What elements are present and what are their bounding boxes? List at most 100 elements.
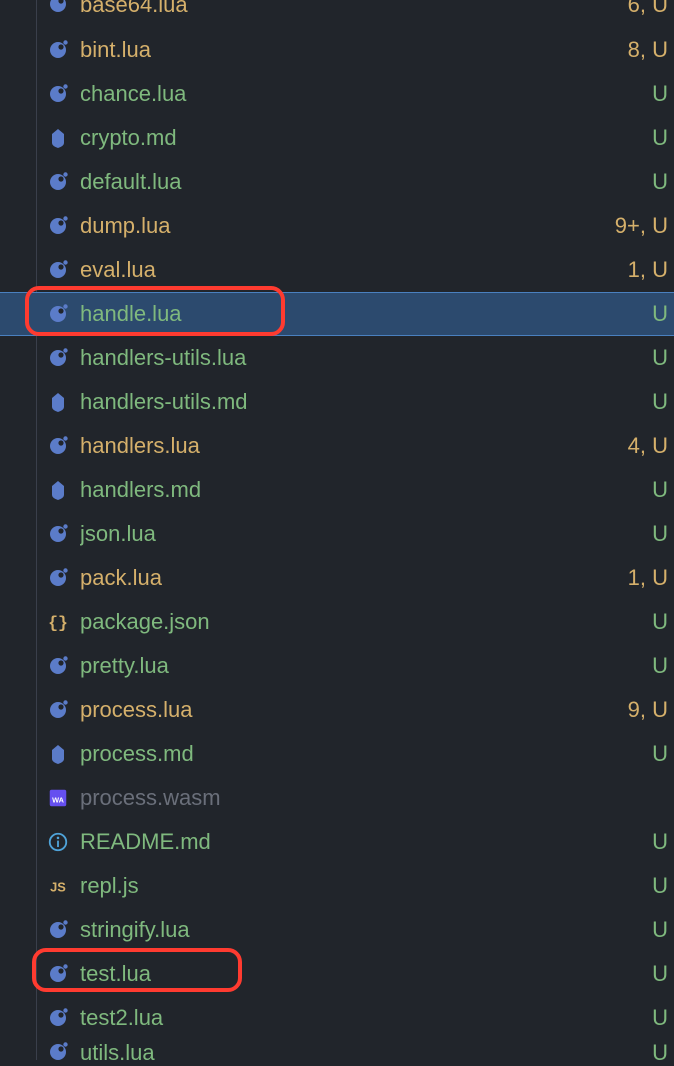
lua-file-icon <box>46 214 70 238</box>
lua-file-icon <box>46 962 70 986</box>
file-status-badge: U <box>652 1040 668 1066</box>
lua-file-icon <box>46 170 70 194</box>
file-name-label: chance.lua <box>80 81 644 107</box>
file-status-badge: 1, U <box>628 257 668 283</box>
file-row[interactable]: stringify.luaU <box>0 908 674 952</box>
file-row[interactable]: README.md U <box>0 820 674 864</box>
lua-file-icon <box>46 698 70 722</box>
file-row[interactable]: chance.lua U <box>0 72 674 116</box>
lua-file-icon <box>46 302 70 326</box>
md-file-icon <box>46 390 70 414</box>
file-row[interactable]: eval.lua 1, U <box>0 248 674 292</box>
file-name-label: package.json <box>80 609 644 635</box>
file-name-label: pack.lua <box>80 565 620 591</box>
file-status-badge: U <box>652 653 668 679</box>
file-name-label: handlers-utils.lua <box>80 345 644 371</box>
file-explorer-list: base64.lua 6, U bint.lua 8, U chance.lua Ucry… <box>0 0 674 1064</box>
file-row[interactable]: crypto.md U <box>0 116 674 160</box>
lua-file-icon <box>46 566 70 590</box>
file-name-label: bint.lua <box>80 37 620 63</box>
file-status-badge: U <box>652 521 668 547</box>
file-name-label: json.lua <box>80 521 644 547</box>
svg-text:{}: {} <box>48 614 68 633</box>
readme-file-icon <box>46 830 70 854</box>
file-status-badge: 6, U <box>628 0 668 14</box>
file-status-badge: 9, U <box>628 697 668 723</box>
file-row[interactable]: pretty.lua U <box>0 644 674 688</box>
file-row[interactable]: handlers.lua 4, U <box>0 424 674 468</box>
lua-file-icon <box>46 38 70 62</box>
file-name-label: dump.lua <box>80 213 607 239</box>
file-name-label: pretty.lua <box>80 653 644 679</box>
file-row[interactable]: json.lua U <box>0 512 674 556</box>
file-name-label: eval.lua <box>80 257 620 283</box>
file-row[interactable]: default.lua U <box>0 160 674 204</box>
file-row[interactable]: WA process.wasm <box>0 776 674 820</box>
lua-file-icon <box>46 434 70 458</box>
file-name-label: base64.lua <box>80 0 620 14</box>
file-name-label: utils.lua <box>80 1040 644 1066</box>
file-status-badge: U <box>652 961 668 987</box>
lua-file-icon <box>46 346 70 370</box>
file-row[interactable]: dump.lua 9+, U <box>0 204 674 248</box>
svg-text:JS: JS <box>50 880 66 895</box>
file-name-label: handlers.md <box>80 477 644 503</box>
file-name-label: test2.lua <box>80 1005 644 1031</box>
file-row[interactable]: handlers-utils.md U <box>0 380 674 424</box>
lua-file-icon <box>46 522 70 546</box>
file-name-label: process.wasm <box>80 785 668 811</box>
file-row[interactable]: test2.lua U <box>0 996 674 1040</box>
file-name-label: process.md <box>80 741 644 767</box>
js-file-icon: JS <box>46 874 70 898</box>
file-status-badge: U <box>652 301 668 327</box>
lua-file-icon <box>46 1040 70 1064</box>
file-row[interactable]: handlers-utils.luaU <box>0 336 674 380</box>
file-name-label: README.md <box>80 829 644 855</box>
file-name-label: handlers.lua <box>80 433 620 459</box>
md-file-icon <box>46 478 70 502</box>
file-status-badge: U <box>652 81 668 107</box>
file-row[interactable]: handlers.md U <box>0 468 674 512</box>
file-name-label: test.lua <box>80 961 644 987</box>
lua-file-icon <box>46 1006 70 1030</box>
file-status-badge: U <box>652 169 668 195</box>
file-row[interactable]: pack.lua 1, U <box>0 556 674 600</box>
file-status-badge: U <box>652 829 668 855</box>
svg-text:WA: WA <box>52 796 65 805</box>
file-row[interactable]: base64.lua 6, U <box>0 0 674 28</box>
file-status-badge: U <box>652 389 668 415</box>
lua-file-icon <box>46 82 70 106</box>
file-status-badge: U <box>652 477 668 503</box>
file-row[interactable]: process.md U <box>0 732 674 776</box>
file-status-badge: 9+, U <box>615 213 668 239</box>
file-name-label: repl.js <box>80 873 644 899</box>
lua-file-icon <box>46 258 70 282</box>
wasm-file-icon: WA <box>46 786 70 810</box>
file-name-label: crypto.md <box>80 125 644 151</box>
file-row[interactable]: {} package.json U <box>0 600 674 644</box>
file-row[interactable]: utils.lua U <box>0 1040 674 1064</box>
file-status-badge: U <box>652 609 668 635</box>
md-file-icon <box>46 126 70 150</box>
file-name-label: default.lua <box>80 169 644 195</box>
file-row[interactable]: process.lua 9, U <box>0 688 674 732</box>
file-row[interactable]: bint.lua 8, U <box>0 28 674 72</box>
file-row[interactable]: test.lua U <box>0 952 674 996</box>
file-row[interactable]: handle.luaU <box>0 292 674 336</box>
json-file-icon: {} <box>46 610 70 634</box>
lua-file-icon <box>46 0 70 16</box>
md-file-icon <box>46 742 70 766</box>
file-name-label: process.lua <box>80 697 620 723</box>
file-status-badge: U <box>652 125 668 151</box>
file-row[interactable]: JS repl.js U <box>0 864 674 908</box>
file-status-badge: 1, U <box>628 565 668 591</box>
file-status-badge: 4, U <box>628 433 668 459</box>
file-status-badge: U <box>652 741 668 767</box>
lua-file-icon <box>46 918 70 942</box>
file-status-badge: U <box>652 917 668 943</box>
file-status-badge: U <box>652 1005 668 1031</box>
file-status-badge: 8, U <box>628 37 668 63</box>
lua-file-icon <box>46 654 70 678</box>
file-status-badge: U <box>652 873 668 899</box>
file-name-label: handlers-utils.md <box>80 389 644 415</box>
